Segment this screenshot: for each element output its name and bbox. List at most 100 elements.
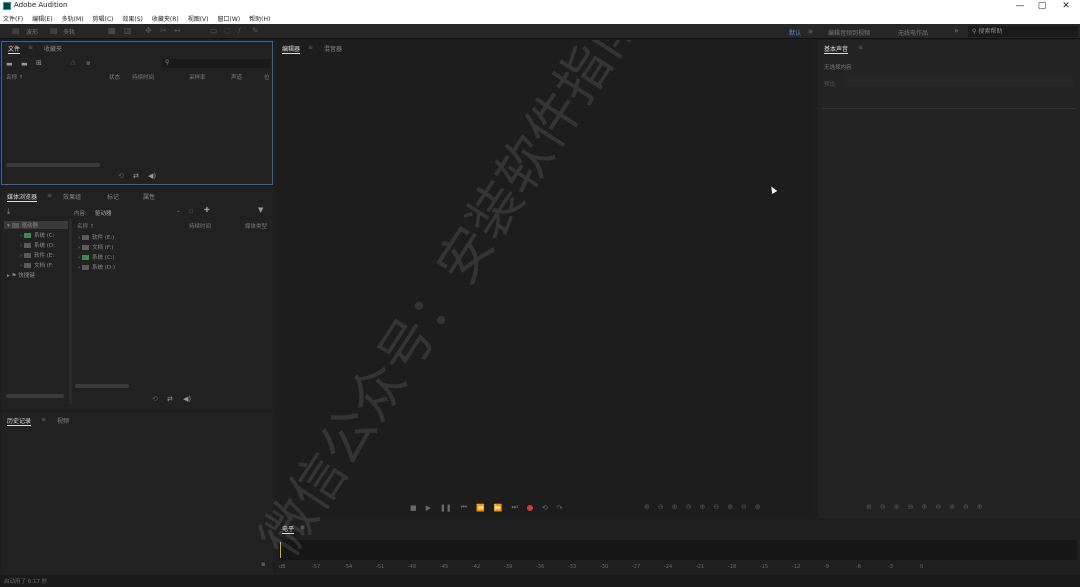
brush-tool-icon[interactable]: / [238, 26, 241, 35]
spectral-display-icon[interactable]: ▦ [108, 26, 116, 35]
tab-properties[interactable]: 属性 [143, 192, 155, 201]
media-tab-menu-icon[interactable]: ≡ [47, 192, 52, 199]
menu-favorites[interactable]: 收藏夹(R) [152, 14, 179, 23]
levels-tab-menu-icon[interactable]: ≡ [300, 524, 305, 531]
go-to-end-icon[interactable]: ⏭ [512, 503, 518, 512]
col-status[interactable]: 状态 [109, 73, 120, 81]
menu-effects[interactable]: 效果(S) [122, 14, 143, 23]
loop-icon[interactable]: ⟲ [152, 395, 158, 403]
zoom-controls[interactable]: ⊕⊖⊕⊖⊕⊖⊕⊖⊕ [644, 503, 769, 511]
add-shortcut-icon[interactable]: ✚ [204, 206, 210, 214]
menu-file[interactable]: 文件(F) [3, 14, 23, 23]
new-file-icon[interactable]: ⊞ [36, 59, 42, 67]
preset-dropdown[interactable] [844, 78, 1074, 87]
menu-help[interactable]: 帮助(H) [249, 14, 270, 23]
speaker-icon[interactable]: ◀) [183, 395, 191, 403]
menu-clip[interactable]: 剪辑(C) [92, 14, 113, 23]
multitrack-view-button[interactable]: 多轨 [63, 27, 75, 36]
workspace-overflow-icon[interactable]: » [954, 26, 959, 35]
import-file-icon[interactable]: ▬ [21, 60, 28, 68]
maximize-button[interactable]: ▢ [1030, 0, 1054, 12]
tab-video[interactable]: 视频 [57, 416, 69, 425]
autoplay-icon[interactable]: ⇄ [167, 395, 173, 403]
insert-icon[interactable]: ⚠ [70, 59, 76, 67]
workspace-default-tab[interactable]: 默认 [789, 28, 801, 37]
menu-window[interactable]: 窗口(W) [218, 14, 241, 23]
list-item[interactable]: › 文档 (F:) [78, 243, 114, 251]
workspace-radio-production[interactable]: 无线电作品 [898, 28, 928, 37]
close-button[interactable]: ✕ [1054, 0, 1078, 12]
filter-icon[interactable]: ▼ [258, 206, 263, 214]
remove-shortcut-icon[interactable]: ▫ [189, 207, 194, 215]
delete-icon[interactable]: ▪ [86, 59, 91, 67]
record-icon[interactable] [526, 504, 533, 511]
stop-icon[interactable]: ■ [410, 504, 417, 512]
tree-item-drives[interactable]: ▾ 驱动器 [7, 221, 38, 229]
content-dropdown[interactable]: 驱动器 [95, 209, 112, 217]
lasso-tool-icon[interactable]: ◌ [224, 26, 231, 35]
tab-levels[interactable]: 电平 [282, 524, 295, 534]
files-tab-menu-icon[interactable]: ≡ [28, 44, 33, 51]
col-sample-rate[interactable]: 采样率 [189, 73, 206, 81]
loop-playback-icon[interactable]: ⟲ [542, 504, 548, 512]
open-file-icon[interactable]: ▬ [6, 60, 13, 68]
marquee-tool-icon[interactable]: ▭ [210, 26, 218, 35]
col-duration[interactable]: 持续时间 [189, 222, 211, 230]
list-item[interactable]: › 软件 (E:) [78, 233, 114, 241]
loop-icon[interactable]: ⟲ [118, 172, 124, 180]
skip-icon[interactable]: ↷ [557, 504, 563, 512]
speaker-icon[interactable]: ◀) [148, 172, 156, 180]
menu-edit[interactable]: 编辑(E) [32, 14, 52, 23]
tab-mixer[interactable]: 混音器 [324, 44, 342, 53]
autoplay-icon[interactable]: ⇄ [133, 172, 139, 180]
fast-forward-icon[interactable]: ⏩ [494, 504, 503, 512]
razor-tool-icon[interactable]: ✂ [160, 26, 167, 35]
col-media-type[interactable]: 媒体类型 [245, 222, 267, 230]
move-tool-icon[interactable]: ✥ [145, 26, 152, 35]
essential-tab-menu-icon[interactable]: ≡ [858, 44, 863, 51]
tab-markers[interactable]: 标记 [107, 192, 119, 201]
col-bits[interactable]: 位 [264, 73, 270, 81]
rewind-icon[interactable]: ⏪ [476, 504, 485, 512]
waveform-view-button[interactable]: 波形 [26, 27, 38, 36]
go-to-start-icon[interactable]: ⏮ [461, 503, 467, 512]
tab-media-browser[interactable]: 媒体浏览器 [7, 192, 38, 202]
download-icon[interactable]: ⤓ [7, 207, 10, 216]
menu-view[interactable]: 视图(V) [188, 14, 209, 23]
history-tab-menu-icon[interactable]: ≡ [41, 416, 46, 423]
minimize-button[interactable]: — [1008, 0, 1032, 12]
tree-item-software-e[interactable]: › 软件 (E: [20, 251, 54, 259]
col-name[interactable]: 名称 ↑ [6, 73, 23, 81]
col-name[interactable]: 名称 ↑ [77, 222, 94, 230]
tab-history[interactable]: 历史记录 [7, 416, 32, 426]
pause-icon[interactable]: ❚❚ [440, 504, 452, 512]
files-search-input[interactable]: ⚲ [162, 59, 270, 68]
tab-favorites[interactable]: 收藏夹 [44, 44, 62, 53]
editor-tab-menu-icon[interactable]: ≡ [308, 44, 313, 51]
tree-item-system-d[interactable]: › 系统 (D: [20, 241, 55, 249]
tab-effects-rack[interactable]: 效果组 [63, 192, 81, 201]
healing-tool-icon[interactable]: ✎ [252, 26, 259, 35]
pitch-display-icon[interactable]: ▥ [124, 26, 132, 35]
play-icon[interactable]: ▶ [426, 504, 431, 512]
tab-editor[interactable]: 编辑器 [282, 44, 301, 54]
splitter[interactable] [69, 219, 72, 404]
tree-h-scrollbar[interactable] [6, 394, 64, 398]
list-item[interactable]: › 系统 (D:) [78, 263, 115, 271]
files-h-scrollbar[interactable] [6, 163, 100, 167]
essential-footer-icons[interactable]: ⊕⊖⊕⊖⊕⊖⊕⊖⊕ [866, 503, 991, 511]
tree-item-shortcuts[interactable]: ▸ ⚑ 快捷键 [7, 271, 35, 279]
tree-item-docs-f[interactable]: › 文档 (F: [20, 261, 53, 269]
help-search-input[interactable]: ⚲ 搜索帮助 [968, 26, 1078, 37]
workspace-menu-icon[interactable]: ≡ [808, 28, 813, 35]
col-duration[interactable]: 持续时间 [132, 73, 154, 81]
list-h-scrollbar[interactable] [75, 384, 129, 388]
list-item[interactable]: › 系统 (C:) [78, 253, 115, 261]
menu-multitrack[interactable]: 多轨(M) [62, 14, 84, 23]
col-channels[interactable]: 声道 [231, 73, 242, 81]
workspace-edit-audio-to-video[interactable]: 编辑音频到视频 [828, 28, 870, 37]
tab-essential-sound[interactable]: 基本声音 [824, 44, 849, 54]
delete-history-icon[interactable]: ▪ [261, 560, 266, 568]
tab-files[interactable]: 文件 [8, 44, 21, 54]
chevron-down-icon[interactable]: ⌄ [176, 208, 181, 214]
